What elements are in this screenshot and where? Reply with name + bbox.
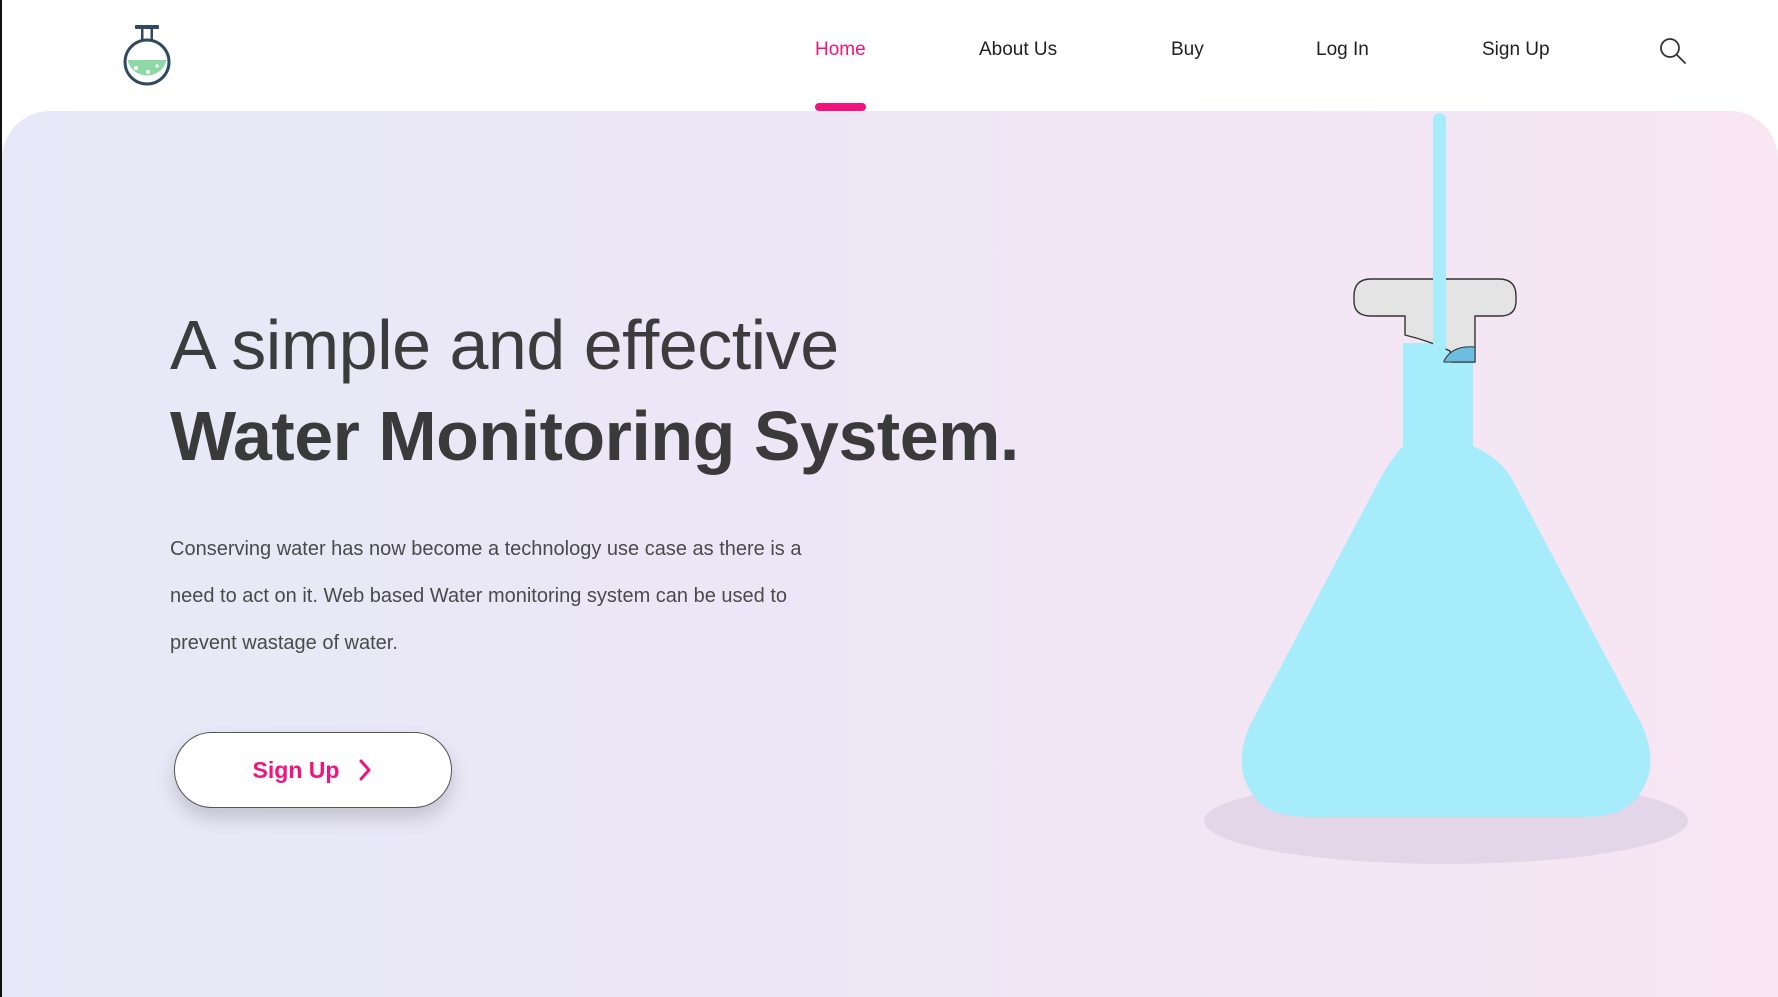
active-nav-indicator	[815, 103, 866, 111]
nav-about-us[interactable]: About Us	[979, 38, 1057, 62]
nav-buy[interactable]: Buy	[1171, 38, 1204, 62]
chevron-right-icon	[359, 759, 371, 781]
sign-up-cta-button[interactable]: Sign Up	[174, 732, 452, 808]
nav-log-in[interactable]: Log In	[1316, 38, 1369, 62]
main-nav: Home About Us Buy Log In Sign Up	[0, 38, 1778, 78]
nav-home[interactable]: Home	[815, 38, 866, 62]
site-header: Home About Us Buy Log In Sign Up	[0, 0, 1778, 112]
hero-description: Conserving water has now become a techno…	[170, 538, 802, 654]
hero-title: Water Monitoring System.	[170, 397, 1019, 475]
cta-label: Sign Up	[252, 756, 340, 783]
nav-sign-up[interactable]: Sign Up	[1482, 38, 1550, 62]
conical-flask-illustration	[1204, 113, 1688, 864]
hero-section: A simple and effective Water Monitoring …	[2, 111, 1778, 997]
search-icon[interactable]	[1659, 37, 1687, 65]
hero-subtitle: A simple and effective	[170, 306, 839, 384]
